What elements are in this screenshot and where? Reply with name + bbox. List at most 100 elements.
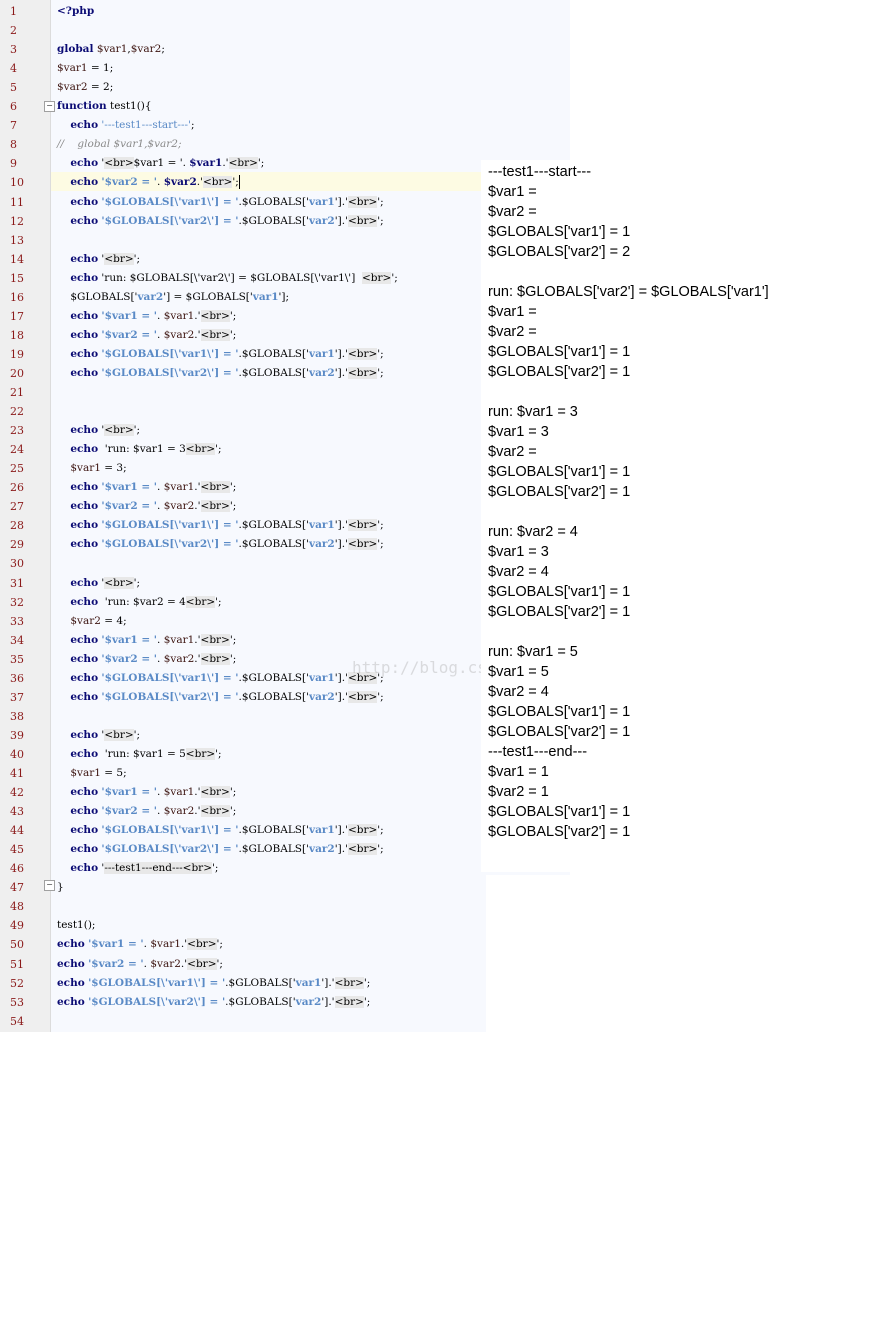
code-line[interactable]: 53 echo '$GLOBALS[\'var2\'] = '.$GLOBALS[… (0, 993, 570, 1012)
line-number: 15 (10, 271, 24, 285)
code-text[interactable]: echo '<br>$var1 = '. $var1.'<br>'; (57, 154, 264, 173)
code-line[interactable]: 54 (0, 1012, 570, 1031)
code-text[interactable]: echo '$GLOBALS[\'var1\'] = '.$GLOBALS['v… (57, 669, 384, 688)
code-line[interactable]: 3 global $var1,$var2; (0, 40, 570, 59)
code-text[interactable]: echo '$var2 = '. $var2.'<br>'; (57, 650, 236, 669)
code-text[interactable]: echo '$GLOBALS[\'var1\'] = '.$GLOBALS['v… (57, 821, 384, 840)
line-number: 25 (10, 462, 24, 476)
code-text[interactable]: echo '$var1 = '. $var1.'<br>'; (57, 307, 236, 326)
line-number: 39 (10, 728, 24, 742)
code-text[interactable]: $var1 = 1; (57, 59, 113, 78)
code-line[interactable]: 50 echo '$var1 = '. $var1.'<br>'; (0, 935, 570, 954)
code-line[interactable]: 51 echo '$var2 = '. $var2.'<br>'; (0, 955, 570, 974)
fold-toggle-icon[interactable]: − (44, 101, 55, 112)
code-text[interactable]: echo 'run: $GLOBALS[\'var2\'] = $GLOBALS… (57, 269, 398, 288)
code-text[interactable]: } (57, 878, 64, 897)
code-text[interactable]: echo '$GLOBALS[\'var2\'] = '.$GLOBALS['v… (57, 535, 384, 554)
code-text[interactable]: echo '$GLOBALS[\'var1\'] = '.$GLOBALS['v… (57, 516, 384, 535)
code-text[interactable]: echo '$GLOBALS[\'var1\'] = '.$GLOBALS['v… (57, 345, 384, 364)
output-line: $var1 = 1 (488, 764, 549, 780)
code-text[interactable]: echo '---test1---start---'; (57, 116, 194, 135)
code-text[interactable]: $var2 = 2; (57, 78, 113, 97)
line-number: 43 (10, 805, 24, 819)
line-number: 45 (10, 843, 24, 857)
code-text[interactable]: echo '$var2 = '. $var2.'<br>'; (57, 173, 240, 192)
code-text[interactable]: global $var1,$var2; (57, 40, 165, 59)
code-text[interactable]: echo '$GLOBALS[\'var2\'] = '.$GLOBALS['v… (57, 364, 384, 383)
output-line: $GLOBALS['var2'] = 2 (488, 244, 631, 260)
code-text[interactable]: echo 'run: $var1 = 3<br>'; (57, 440, 222, 459)
code-line[interactable]: 49 test1(); (0, 916, 570, 935)
line-number: 14 (10, 252, 24, 266)
line-number: 50 (10, 938, 24, 952)
code-line[interactable]: 8 // global $var1,$var2; (0, 135, 570, 154)
code-line[interactable]: 6 function test1(){ (0, 97, 570, 116)
line-number: 10 (10, 176, 24, 190)
line-number: 36 (10, 671, 24, 685)
line-number: 47 (10, 881, 24, 895)
code-text[interactable]: echo '---test1---end---<br>'; (57, 859, 218, 878)
output-line: run: $var1 = 5 (488, 644, 578, 660)
code-text[interactable]: $GLOBALS['var2'] = $GLOBALS['var1']; (57, 288, 289, 307)
code-text[interactable]: echo '$GLOBALS[\'var1\'] = '.$GLOBALS['v… (57, 193, 384, 212)
code-text[interactable]: echo '<br>'; (57, 726, 140, 745)
line-number: 40 (10, 747, 24, 761)
code-text[interactable]: test1(); (57, 916, 95, 935)
output-line: run: $var1 = 3 (488, 404, 578, 420)
line-number: 32 (10, 595, 24, 609)
output-line: $var1 = (488, 184, 537, 200)
line-number: 7 (10, 119, 17, 133)
line-number: 1 (10, 5, 17, 18)
code-text[interactable]: $var1 = 3; (57, 459, 126, 478)
code-text[interactable]: echo '$var1 = '. $var1.'<br>'; (57, 935, 223, 954)
output-line: $var2 = (488, 444, 537, 460)
code-text[interactable]: echo 'run: $var1 = 5<br>'; (57, 745, 222, 764)
line-number: 29 (10, 538, 24, 552)
code-line[interactable]: 1 <?php (0, 2, 570, 21)
code-text[interactable]: echo '$GLOBALS[\'var2\'] = '.$GLOBALS['v… (57, 840, 384, 859)
code-text[interactable]: echo '$var1 = '. $var1.'<br>'; (57, 783, 236, 802)
code-line[interactable]: 7 echo '---test1---start---'; (0, 116, 570, 135)
output-line: $var1 = 3 (488, 424, 549, 440)
line-number: 35 (10, 652, 24, 666)
output-line: $GLOBALS['var1'] = 1 (488, 344, 631, 360)
line-number: 21 (10, 386, 24, 399)
line-number: 41 (10, 767, 24, 780)
code-text[interactable]: // global $var1,$var2; (57, 135, 182, 154)
output-line: $GLOBALS['var1'] = 1 (488, 464, 631, 480)
line-number: 19 (10, 347, 24, 361)
code-text[interactable]: echo '$GLOBALS[\'var2\'] = '.$GLOBALS['v… (57, 993, 370, 1012)
code-text[interactable]: echo '$var2 = '. $var2.'<br>'; (57, 802, 236, 821)
code-text[interactable]: echo '$GLOBALS[\'var2\'] = '.$GLOBALS['v… (57, 212, 384, 231)
code-text[interactable]: echo '$var2 = '. $var2.'<br>'; (57, 326, 236, 345)
code-text[interactable]: echo '$GLOBALS[\'var2\'] = '.$GLOBALS['v… (57, 688, 384, 707)
line-number: 53 (10, 995, 24, 1009)
code-text[interactable]: echo '$var2 = '. $var2.'<br>'; (57, 497, 236, 516)
line-number: 44 (10, 824, 24, 838)
code-text[interactable]: function test1(){ (57, 97, 152, 116)
code-line[interactable]: 47} (0, 878, 570, 897)
line-number: 42 (10, 786, 24, 800)
line-number: 38 (10, 709, 24, 723)
code-line[interactable]: 52 echo '$GLOBALS[\'var1\'] = '.$GLOBALS[… (0, 974, 570, 993)
code-text[interactable]: echo '<br>'; (57, 250, 140, 269)
output-line: $var2 = 4 (488, 564, 549, 580)
code-text[interactable]: $var2 = 4; (57, 612, 126, 631)
code-text[interactable]: echo '<br>'; (57, 421, 140, 440)
code-text[interactable]: echo '$var1 = '. $var1.'<br>'; (57, 631, 236, 650)
code-text[interactable]: echo 'run: $var2 = 4<br>'; (57, 593, 222, 612)
code-line[interactable]: 2 (0, 21, 570, 40)
code-text[interactable]: echo '<br>'; (57, 574, 140, 593)
code-text[interactable]: $var1 = 5; (57, 764, 126, 783)
line-number: 49 (10, 919, 24, 933)
code-line[interactable]: 4 $var1 = 1; (0, 59, 570, 78)
code-text[interactable]: echo '$var2 = '. $var2.'<br>'; (57, 955, 223, 974)
line-number: 2 (10, 24, 17, 38)
code-text[interactable]: echo '$var1 = '. $var1.'<br>'; (57, 478, 236, 497)
code-text[interactable]: <?php (57, 2, 94, 21)
code-text[interactable]: echo '$GLOBALS[\'var1\'] = '.$GLOBALS['v… (57, 974, 370, 993)
code-line[interactable]: 48 (0, 897, 570, 916)
output-line: $GLOBALS['var1'] = 1 (488, 584, 631, 600)
line-number: 54 (10, 1014, 24, 1028)
code-line[interactable]: 5 $var2 = 2; (0, 78, 570, 97)
